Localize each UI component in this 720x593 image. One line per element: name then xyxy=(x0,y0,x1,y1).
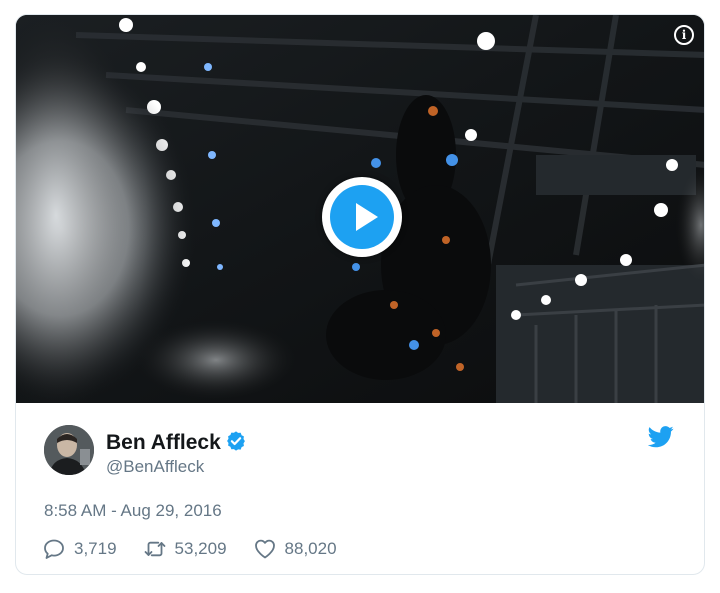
retweet-count: 53,209 xyxy=(174,539,227,558)
reply-count: 3,719 xyxy=(74,539,117,558)
author-handle[interactable]: @BenAffleck xyxy=(106,457,247,477)
like-count: 88,020 xyxy=(284,539,337,558)
like-button[interactable]: 88,020 xyxy=(253,537,337,561)
author-display-name[interactable]: Ben Affleck xyxy=(106,431,221,454)
author-row: Ben Affleck @BenAffleck xyxy=(44,425,684,485)
heart-icon xyxy=(254,539,275,559)
reply-button[interactable]: 3,719 xyxy=(42,537,117,561)
reply-icon xyxy=(44,539,64,559)
tweet-card: i Ben Affleck @BenAffleck 8:58 AM - Aug … xyxy=(15,14,705,575)
retweet-icon xyxy=(144,541,165,557)
avatar-image xyxy=(44,425,94,475)
info-icon[interactable]: i xyxy=(674,25,694,45)
verified-badge-icon xyxy=(226,431,245,451)
avatar[interactable] xyxy=(44,425,94,475)
retweet-button[interactable]: 53,209 xyxy=(143,537,227,561)
video-player[interactable]: i xyxy=(16,15,704,403)
play-icon xyxy=(330,185,394,249)
tweet-actions: 3,719 53,209 88,020 xyxy=(42,535,363,563)
tweet-timestamp[interactable]: 8:58 AM - Aug 29, 2016 xyxy=(44,501,222,521)
play-button[interactable] xyxy=(322,177,402,257)
author-name-block: Ben Affleck @BenAffleck xyxy=(106,431,247,477)
